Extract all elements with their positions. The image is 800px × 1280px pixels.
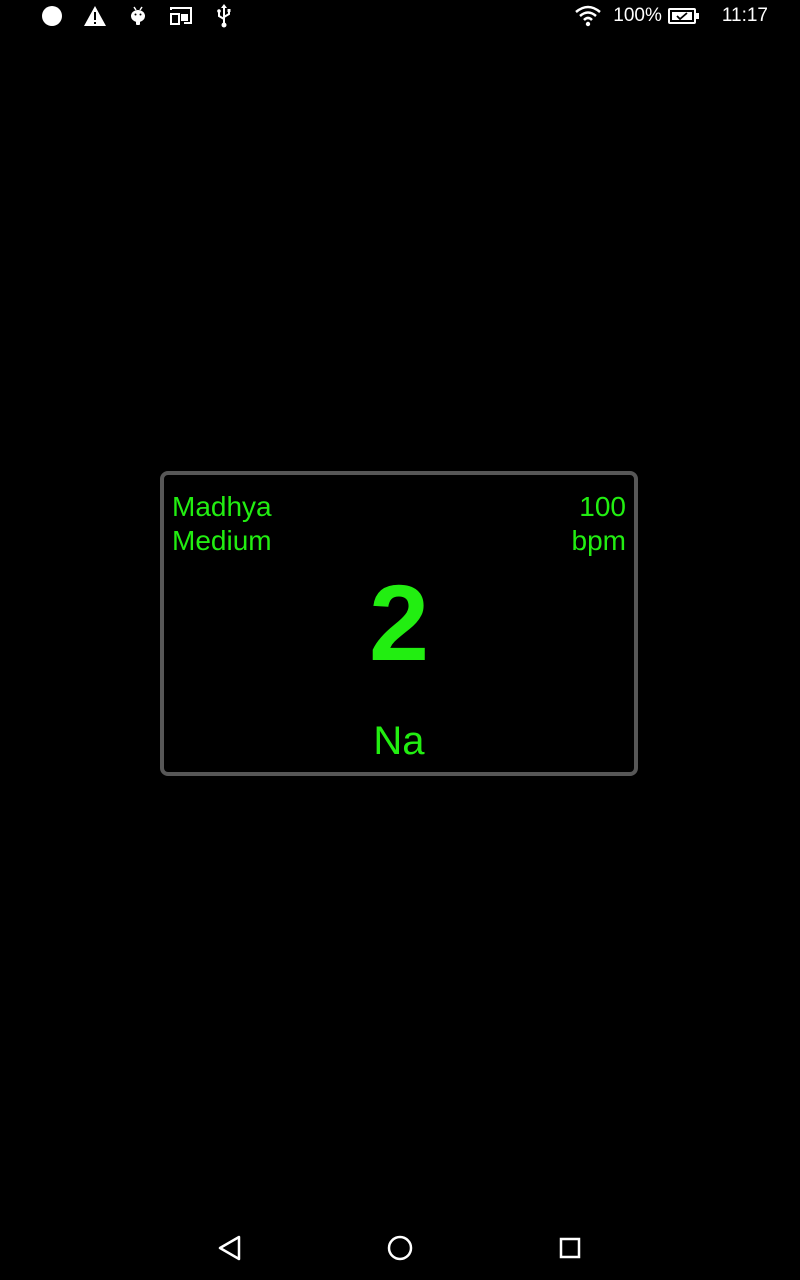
battery-percent: 100% xyxy=(613,5,662,26)
back-icon xyxy=(217,1234,243,1262)
clock: 11:17 xyxy=(721,5,768,26)
home-icon xyxy=(386,1234,414,1262)
warning-icon xyxy=(83,4,107,28)
recents-button[interactable] xyxy=(552,1230,588,1266)
bpm-unit: bpm xyxy=(571,525,626,556)
usb-icon xyxy=(212,4,236,28)
metronome-display-card[interactable]: Madhya Medium 100 bpm 2 Na xyxy=(160,471,638,776)
beat-number: 2 xyxy=(368,562,430,683)
system-indicators: 100% 11:17 xyxy=(575,3,768,29)
status-bar: 100% 11:17 xyxy=(0,0,800,32)
battery-charging-icon xyxy=(667,7,700,25)
circle-notification-icon xyxy=(40,4,64,28)
back-button[interactable] xyxy=(212,1230,248,1266)
bpm-value: 100 xyxy=(579,491,626,522)
wifi-icon xyxy=(575,5,602,27)
navigation-bar xyxy=(0,1216,800,1280)
recents-icon xyxy=(557,1235,583,1261)
tempo-name-english: Medium xyxy=(172,525,272,556)
notification-icons xyxy=(40,3,236,29)
android-debug-icon xyxy=(126,4,150,28)
beat-syllable: Na xyxy=(373,719,425,763)
tempo-name: Madhya xyxy=(172,491,272,522)
cast-screen-icon xyxy=(169,4,193,28)
home-button[interactable] xyxy=(382,1230,418,1266)
